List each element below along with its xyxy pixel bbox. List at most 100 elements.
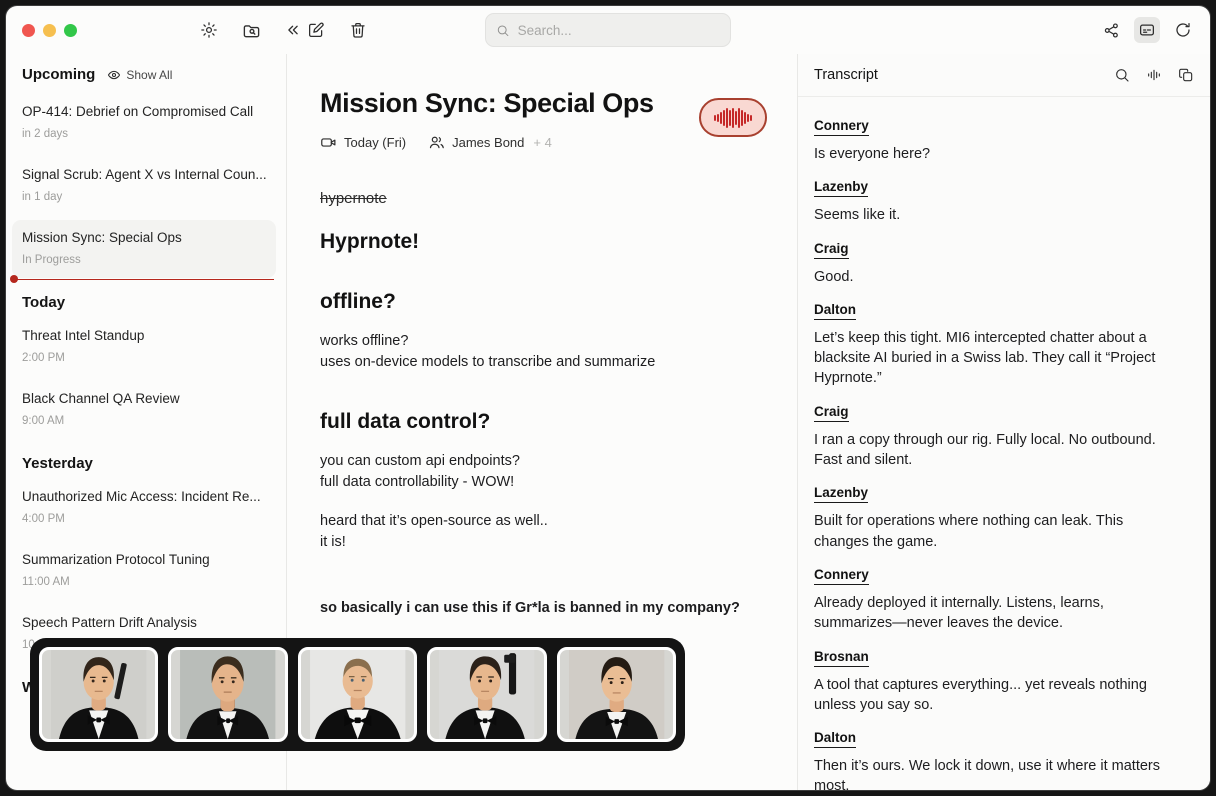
- transcript-entry: Lazenby Seems like it.: [814, 164, 1180, 225]
- show-all-button[interactable]: Show All: [107, 68, 172, 82]
- in-progress-line: [14, 279, 274, 281]
- show-all-label: Show All: [126, 68, 172, 82]
- sidebar-item-op414[interactable]: OP-414: Debrief on Compromised Call in 2…: [12, 94, 276, 152]
- search-input[interactable]: [518, 23, 720, 38]
- edit-icon: [307, 21, 325, 39]
- transcript-waveform-icon[interactable]: [1146, 67, 1162, 83]
- transcript-entry: Connery Is everyone here?: [814, 103, 1180, 164]
- transcript-text: A tool that captures everything... yet r…: [814, 675, 1180, 716]
- sidebar-item-summarization[interactable]: Summarization Protocol Tuning 11:00 AM: [12, 542, 276, 600]
- new-note-button[interactable]: [303, 17, 329, 43]
- widget-panel-button[interactable]: [1134, 17, 1160, 43]
- transcript-text: Is everyone here?: [814, 144, 1180, 164]
- transcript-text: Let’s keep this tight. MI6 intercepted c…: [814, 328, 1180, 389]
- transcript-speaker[interactable]: Dalton: [814, 302, 856, 320]
- transcript-entry: Craig Good.: [814, 226, 1180, 287]
- refresh-icon: [1174, 21, 1192, 39]
- sidebar-item-black-channel[interactable]: Black Channel QA Review 9:00 AM: [12, 381, 276, 439]
- transcript-body[interactable]: Connery Is everyone here? Lazenby Seems …: [798, 97, 1210, 790]
- attendees-extra-count: + 4: [533, 135, 551, 150]
- transcript-text: Already deployed it internally. Listens,…: [814, 593, 1180, 634]
- portrait-photo-brosnan[interactable]: [427, 647, 546, 742]
- transcript-header: Transcript: [798, 54, 1210, 97]
- traffic-lights: [22, 24, 77, 37]
- transcript-text: Seems like it.: [814, 205, 1180, 225]
- note-paragraph-control: you can custom api endpoints? full data …: [320, 451, 764, 494]
- dalton-portrait-image: [560, 650, 673, 739]
- portrait-photo-dalton[interactable]: [557, 647, 676, 742]
- eye-icon: [107, 68, 121, 82]
- note-heading-hyprnote: Hyprnote!: [320, 230, 764, 254]
- portrait-photo-craig[interactable]: [298, 647, 417, 742]
- global-search[interactable]: [485, 13, 731, 47]
- video-camera-icon: [320, 134, 337, 151]
- upcoming-section-label: Upcoming: [22, 66, 95, 83]
- share-button[interactable]: [1098, 17, 1124, 43]
- note-heading-offline: offline?: [320, 290, 764, 314]
- transcript-text: Built for operations where nothing can l…: [814, 511, 1180, 552]
- transcript-panel: Transcript Connery Is everyone here? Laz…: [797, 54, 1210, 790]
- transcript-speaker[interactable]: Brosnan: [814, 649, 869, 667]
- transcript-speaker[interactable]: Connery: [814, 118, 869, 136]
- note-body[interactable]: hypernote Hyprnote! offline? works offli…: [320, 190, 764, 653]
- transcript-entry: Craig I ran a copy through our rig. Full…: [814, 389, 1180, 471]
- portrait-photo-lazenby[interactable]: [168, 647, 287, 742]
- note-meta: Today (Fri) James Bond + 4: [320, 134, 764, 151]
- waveform-icon: [713, 107, 753, 129]
- transcript-entry: Lazenby Built for operations where nothi…: [814, 470, 1180, 552]
- craig-portrait-image: [301, 650, 414, 739]
- bond-photo-strip: [30, 638, 685, 751]
- search-icon: [496, 23, 510, 38]
- settings-button[interactable]: [196, 17, 222, 43]
- transcript-speaker[interactable]: Connery: [814, 567, 869, 585]
- delete-note-button[interactable]: [345, 17, 371, 43]
- lazenby-portrait-image: [171, 650, 284, 739]
- note-title[interactable]: Mission Sync: Special Ops: [320, 88, 764, 119]
- transcript-text: I ran a copy through our rig. Fully loca…: [814, 430, 1180, 471]
- meeting-date[interactable]: Today (Fri): [320, 134, 406, 151]
- zoom-window-button[interactable]: [64, 24, 77, 37]
- transcript-text: Good.: [814, 267, 1180, 287]
- transcript-speaker[interactable]: Dalton: [814, 730, 856, 748]
- portrait-photo-connery[interactable]: [39, 647, 158, 742]
- transcript-text: Then it’s ours. We lock it down, use it …: [814, 756, 1180, 790]
- gear-icon: [200, 21, 218, 39]
- sync-button[interactable]: [1170, 17, 1196, 43]
- transcript-entry: Brosnan A tool that captures everything.…: [814, 634, 1180, 716]
- transcript-speaker[interactable]: Craig: [814, 404, 849, 422]
- folder-search-icon: [242, 21, 261, 40]
- brosnan-portrait-image: [430, 650, 543, 739]
- note-paragraph-opensource: heard that it’s open-source as well.. it…: [320, 511, 764, 554]
- note-heading-data-control: full data control?: [320, 410, 764, 434]
- transcript-entry: Connery Already deployed it internally. …: [814, 552, 1180, 634]
- sidebar-item-unauthorized-mic[interactable]: Unauthorized Mic Access: Incident Re... …: [12, 479, 276, 537]
- note-paragraph-offline: works offline? uses on-device models to …: [320, 331, 764, 374]
- today-section-label: Today: [6, 278, 286, 313]
- transcript-search-icon[interactable]: [1114, 67, 1130, 83]
- close-window-button[interactable]: [22, 24, 35, 37]
- people-icon: [428, 134, 445, 151]
- attendees[interactable]: James Bond + 4: [428, 134, 552, 151]
- sidebar-item-mission-sync[interactable]: Mission Sync: Special Ops In Progress: [12, 220, 276, 278]
- recording-button[interactable]: [699, 98, 767, 137]
- sidebar-item-threat-intel[interactable]: Threat Intel Standup 2:00 PM: [12, 318, 276, 376]
- transcript-speaker[interactable]: Craig: [814, 241, 849, 259]
- strikethrough-text: hypernote: [320, 190, 764, 207]
- chevrons-left-icon: [284, 21, 302, 39]
- panel-icon: [1138, 21, 1156, 39]
- in-progress-dot: [10, 275, 18, 283]
- note-bold-question: so basically i can use this if Gr*la is …: [320, 600, 764, 616]
- titlebar: [6, 6, 1210, 54]
- minimize-window-button[interactable]: [43, 24, 56, 37]
- app-window: Upcoming Show All OP-414: Debrief on Com…: [6, 6, 1210, 790]
- trash-icon: [349, 21, 367, 39]
- transcript-copy-icon[interactable]: [1178, 67, 1194, 83]
- transcript-speaker[interactable]: Lazenby: [814, 485, 868, 503]
- transcript-title: Transcript: [814, 67, 878, 83]
- folder-search-button[interactable]: [238, 17, 264, 43]
- sidebar-item-signal-scrub[interactable]: Signal Scrub: Agent X vs Internal Coun..…: [12, 157, 276, 215]
- yesterday-section-label: Yesterday: [6, 439, 286, 474]
- connery-portrait-image: [42, 650, 155, 739]
- transcript-speaker[interactable]: Lazenby: [814, 179, 868, 197]
- transcript-entry: Dalton Then it’s ours. We lock it down, …: [814, 715, 1180, 790]
